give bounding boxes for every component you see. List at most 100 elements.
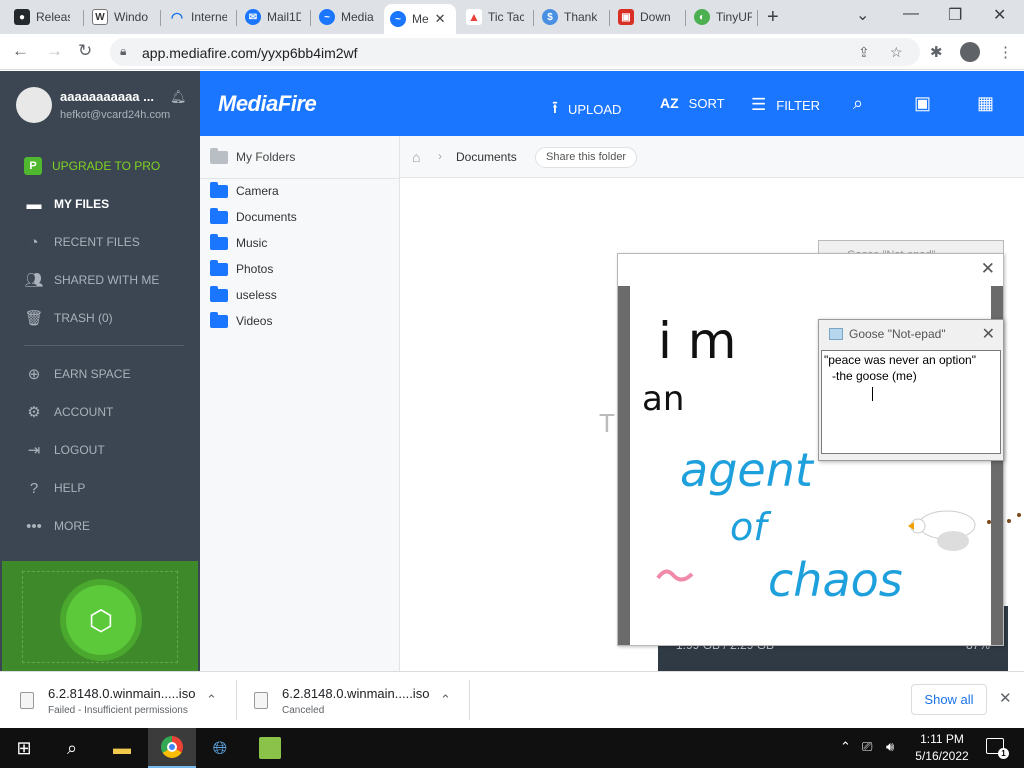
browser-tab[interactable]: $ Thank: [536, 4, 606, 30]
system-clock[interactable]: 1:11 PM 5/16/2022: [912, 731, 972, 765]
chevron-up-icon[interactable]: ⌃: [206, 692, 217, 708]
network-icon[interactable]: ⎚: [862, 739, 872, 755]
restore-icon[interactable]: ❐: [948, 5, 962, 25]
folder-item[interactable]: Camera: [210, 181, 279, 198]
notepad-title: Goose "Not-epad": [849, 327, 946, 341]
desktop-goose[interactable]: [905, 505, 1024, 557]
drawing-word: of: [730, 505, 772, 549]
forward-icon[interactable]: →: [46, 41, 63, 61]
minimize-icon[interactable]: —: [903, 5, 919, 23]
logout-icon: ⇥: [27, 442, 41, 459]
url-text[interactable]: app.mediafire.com/yyxp6bb4im2wf: [142, 45, 358, 61]
browser-tab[interactable]: ▲ Tic Tac: [460, 4, 530, 30]
sidebar-item-shared[interactable]: 👥︎ SHARED WITH ME: [24, 269, 159, 291]
upload-icon: ⭱: [552, 98, 558, 117]
upload-button[interactable]: ⭱ UPLOAD: [552, 95, 621, 124]
folder-icon: [210, 207, 228, 224]
folder-item[interactable]: Documents: [210, 207, 297, 224]
browser-tab[interactable]: ▣ Down: [612, 4, 682, 30]
dollar-icon: $: [542, 9, 558, 25]
notepad-text-area[interactable]: "peace was never an option" -the goose (…: [821, 350, 1001, 454]
reload-icon[interactable]: ↻: [78, 41, 92, 61]
more-dots-icon: •••: [26, 517, 42, 535]
back-icon[interactable]: ←: [12, 41, 29, 61]
close-window-icon[interactable]: ✕: [993, 5, 1006, 25]
new-tab-button[interactable]: +: [767, 6, 779, 29]
sidebar-item-earn-space[interactable]: ⊕ EARN SPACE: [24, 363, 131, 385]
browser-tab-strip: ● Releas W Windo ◠ Interne ✉ Mail1D ~ Me…: [0, 0, 1024, 34]
sidebar-item-account[interactable]: ⚙︎ ACCOUNT: [24, 401, 113, 423]
notifications-icon[interactable]: 1: [986, 738, 1009, 759]
bookmark-star-icon[interactable]: ☆: [890, 44, 903, 61]
trash-icon: 🗑︎: [24, 310, 44, 327]
user-name: aaaaaaaaaaa ...: [60, 89, 154, 104]
folder-item[interactable]: useless: [210, 285, 277, 302]
file-icon: [20, 692, 34, 709]
menu-kebab-icon[interactable]: ⋮: [998, 43, 1013, 61]
my-folders-root[interactable]: My Folders: [210, 147, 295, 164]
sidebar-item-logout[interactable]: ⇥ LOGOUT: [24, 439, 105, 461]
sidebar-item-help[interactable]: ? HELP: [24, 477, 86, 499]
sidebar-item-my-files[interactable]: ▬ MY FILES: [24, 193, 110, 215]
grid-view-icon[interactable]: ▦: [977, 93, 994, 114]
browser-tab[interactable]: ◠ Interne: [163, 4, 233, 30]
sidebar-item-recent-files[interactable]: ◔ RECENT FILES: [24, 231, 139, 253]
browser-tab[interactable]: ✉ Mail1D: [239, 4, 307, 30]
download-item[interactable]: 6.2.8148.0.winmain.....iso Canceled ⌃: [254, 672, 451, 729]
home-icon[interactable]: ⌂: [412, 149, 420, 165]
address-bar[interactable]: 🔒︎ app.mediafire.com/yyxp6bb4im2wf ⇪ ☆: [110, 38, 920, 66]
browser-tab[interactable]: ~ Media: [313, 4, 381, 30]
browser-tab[interactable]: W Windo: [86, 4, 154, 30]
goose-notepad-window[interactable]: Goose "Not-epad" ✕ "peace was never an o…: [818, 319, 1004, 461]
folder-item[interactable]: Photos: [210, 259, 273, 276]
profile-avatar-icon[interactable]: [960, 42, 980, 62]
file-explorer-icon[interactable]: ▬: [98, 728, 146, 768]
folder-icon: [210, 147, 228, 164]
browser-tab[interactable]: ◐ TinyUF: [688, 4, 758, 30]
close-tab-icon[interactable]: ✕: [435, 11, 446, 27]
close-icon[interactable]: ✕: [981, 259, 995, 279]
tab-search-icon[interactable]: ⌄: [856, 5, 869, 25]
search-icon[interactable]: ⌕: [48, 728, 96, 768]
filter-button[interactable]: ☰ FILTER: [751, 95, 820, 115]
network-app-icon[interactable]: 🌐︎: [196, 728, 244, 768]
extensions-icon[interactable]: ✱: [930, 43, 943, 61]
download-item[interactable]: 6.2.8148.0.winmain.....iso Failed - Insu…: [20, 672, 217, 729]
goose-app-icon[interactable]: [246, 728, 294, 768]
sidebar-item-trash[interactable]: 🗑︎ TRASH (0): [24, 307, 112, 329]
new-folder-icon[interactable]: ▣: [914, 93, 931, 114]
folder-icon: [210, 285, 228, 302]
volume-icon[interactable]: 🔊︎: [886, 739, 894, 755]
download-box-icon: ⬡: [66, 585, 136, 655]
close-icon[interactable]: ✕: [999, 689, 1012, 707]
show-all-button[interactable]: Show all: [911, 684, 987, 715]
share-folder-button[interactable]: Share this folder: [535, 147, 638, 168]
browser-tab[interactable]: ● Releas: [8, 4, 76, 30]
mediafire-logo[interactable]: MediaFire: [218, 91, 317, 117]
mediafire-header: MediaFire ⭱ UPLOAD AZ SORT ☰ FILTER ⌕ ▣ …: [200, 71, 1024, 136]
close-icon[interactable]: ✕: [982, 324, 995, 344]
folder-tree: My Folders Camera Documents Music Photos…: [200, 136, 400, 671]
windows-start-icon[interactable]: ⊞: [0, 728, 48, 768]
notepad-icon: [829, 328, 843, 340]
chrome-icon[interactable]: [148, 728, 196, 768]
lock-icon[interactable]: 🔒︎: [120, 44, 126, 59]
user-email: hefkot@vcard24h.com: [60, 109, 171, 121]
upgrade-promo-banner[interactable]: ⬡: [2, 561, 198, 673]
browser-tab-active[interactable]: ~ Me ✕: [384, 4, 456, 34]
folder-item[interactable]: Videos: [210, 311, 272, 328]
sidebar-item-more[interactable]: ••• MORE: [24, 515, 90, 537]
breadcrumb-current[interactable]: Documents: [456, 150, 517, 164]
user-avatar[interactable]: [16, 87, 52, 123]
sidebar-item-upgrade[interactable]: P UPGRADE TO PRO: [24, 155, 160, 177]
sort-button[interactable]: AZ SORT: [660, 95, 725, 111]
search-icon[interactable]: ⌕: [853, 93, 863, 114]
help-icon: ?: [29, 479, 39, 497]
folder-icon: [210, 259, 228, 276]
chevron-up-icon[interactable]: ⌃: [440, 692, 451, 708]
breadcrumb: ⌂ › Documents Share this folder: [400, 136, 1024, 178]
bell-icon[interactable]: 🔔︎: [170, 89, 187, 105]
share-icon[interactable]: ⇪: [858, 44, 870, 61]
folder-item[interactable]: Music: [210, 233, 267, 250]
chevron-up-icon[interactable]: ⌃: [840, 739, 851, 755]
